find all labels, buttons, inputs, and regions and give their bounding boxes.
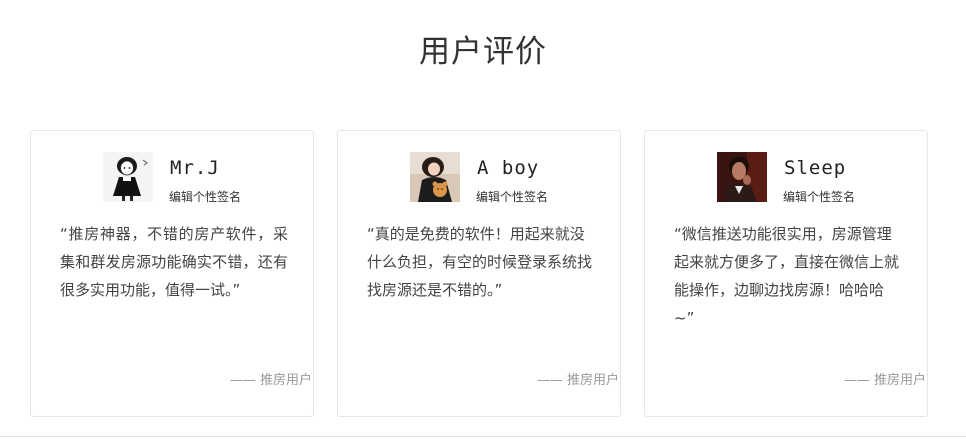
review-card: Mr.J 编辑个性签名 “推房神器，不错的房产软件，采集和群发房源功能确实不错，… (30, 130, 314, 417)
user-name: A boy (477, 157, 540, 179)
section-title: 用户评价 (419, 34, 547, 70)
review-card: Sleep 编辑个性签名 “微信推送功能很实用，房源管理起来就方便多了，直接在微… (644, 130, 928, 417)
user-signature: 编辑个性签名 (169, 190, 242, 204)
review-text: “推房神器，不错的房产软件，采集和群发房源功能确实不错，还有很多实用功能，值得一… (60, 225, 288, 299)
review-cards: Mr.J 编辑个性签名 “推房神器，不错的房产软件，采集和群发房源功能确实不错，… (30, 130, 930, 420)
user-reviews-section: 用户评价 Mr.J 编辑个性签名 “推房神器，不错的房产软件，采集和群发房源功能… (0, 0, 966, 439)
avatar-girl-with-teddy-icon (410, 152, 460, 202)
avatar-cartoon-girl-icon (103, 152, 153, 202)
review-text: “真的是免费的软件！用起来就没什么负担，有空的时候登录系统找找房源还是不错的。” (367, 225, 593, 299)
section-divider (0, 436, 966, 437)
review-card: A boy 编辑个性签名 “真的是免费的软件！用起来就没什么负担，有空的时候登录… (337, 130, 621, 417)
review-text: “微信推送功能很实用，房源管理起来就方便多了，直接在微信上就能操作，边聊边找房源… (674, 225, 900, 327)
avatar-man-portrait-icon (717, 152, 767, 202)
user-name: Mr.J (170, 157, 220, 179)
user-name: Sleep (784, 157, 847, 179)
review-source: —— 推房用户 (229, 373, 312, 388)
user-signature: 编辑个性签名 (476, 190, 549, 204)
review-source: —— 推房用户 (536, 373, 619, 388)
user-signature: 编辑个性签名 (783, 190, 856, 204)
review-source: —— 推房用户 (843, 373, 926, 388)
